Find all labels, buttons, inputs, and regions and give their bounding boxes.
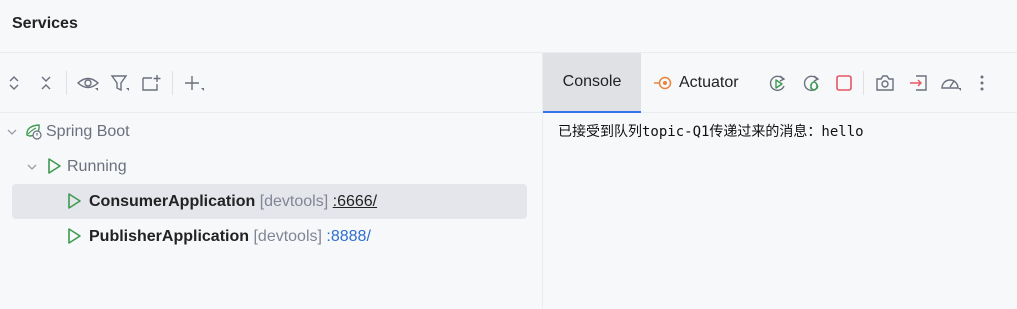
toolbar-separator [172,71,173,95]
toolbar-separator [66,71,67,95]
stop-icon[interactable] [832,69,856,97]
tree-node-label: Spring Boot [46,122,130,140]
left-toolbar [0,53,542,113]
tree-node-running[interactable]: Running [12,149,527,184]
right-toolbar: Console Actuator [543,53,1017,113]
title-bar: Services [0,0,1017,53]
run-icon [48,158,61,174]
port-link[interactable]: :8888/ [326,228,370,245]
app-name: ConsumerApplication [89,192,256,210]
tree-node-spring-boot[interactable]: Spring Boot [7,114,527,149]
tab-actuator[interactable]: Actuator [653,53,739,113]
tab-console[interactable]: Console [543,53,641,113]
eye-icon[interactable] [76,69,100,97]
app-name: PublisherApplication [89,227,250,245]
new-group-icon[interactable] [140,69,164,97]
console-output-line: 已接受到队列topic-Q1传递过来的消息：hello [558,124,864,140]
dashboard-icon[interactable] [939,69,963,97]
filter-icon[interactable] [108,69,132,97]
tab-label: Console [562,73,622,90]
tab-label: Actuator [679,74,739,91]
run-icon [68,228,81,244]
port-link[interactable]: :6666/ [333,193,377,210]
devtools-tag: [devtools] [259,192,329,210]
chevron-down-icon[interactable] [26,161,38,173]
console-pane: Console Actuator 已接受到队列topic-Q1传递过来的消息：h… [543,53,1017,309]
run-icon [68,193,81,209]
exit-icon[interactable] [906,69,930,97]
devtools-tag: [devtools] [253,227,322,245]
add-icon[interactable] [182,69,206,97]
services-tree-pane: Spring Boot Running ConsumerApplication … [0,53,542,309]
spring-boot-icon [26,124,42,140]
tree-node-label: Running [67,157,127,175]
toolbar-separator [863,71,864,95]
chevron-down-icon[interactable] [6,126,18,138]
collapse-all-icon[interactable] [34,69,58,97]
window-title: Services [12,15,78,32]
actuator-icon [654,76,672,90]
tree-item-publisher-application[interactable]: PublisherApplication [devtools] :8888/ [12,219,527,254]
rerun-debug-icon[interactable] [800,69,824,97]
rerun-icon[interactable] [766,69,790,97]
screenshot-icon[interactable] [873,69,897,97]
tree-item-consumer-application[interactable]: ConsumerApplication [devtools] :6666/ [12,184,527,219]
expand-all-icon[interactable] [2,69,26,97]
more-options-icon[interactable] [970,69,994,97]
